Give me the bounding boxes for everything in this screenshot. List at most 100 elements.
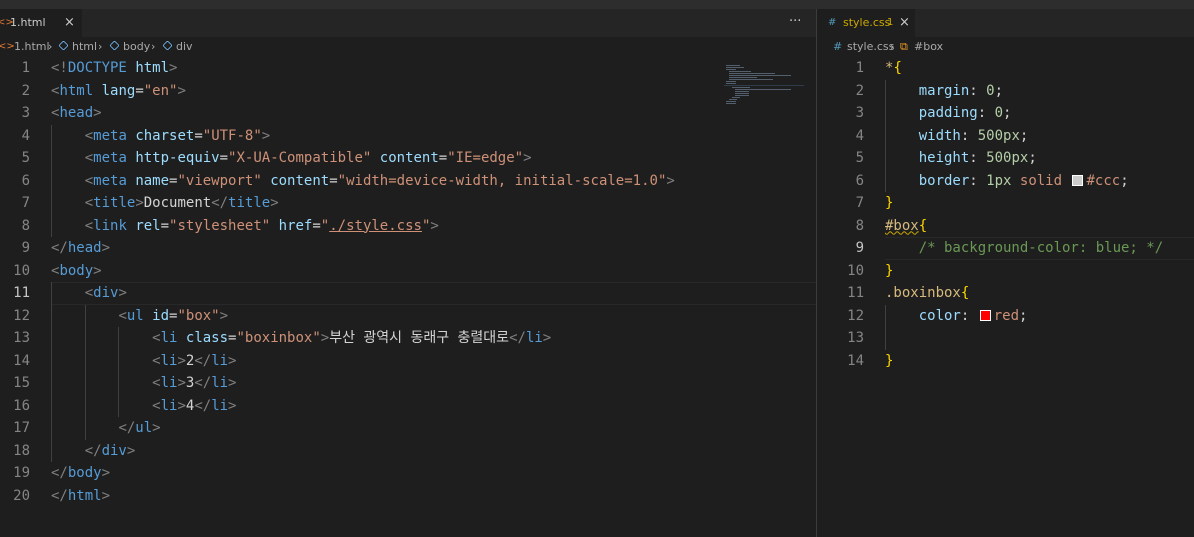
code-line: 9 </head>: [0, 237, 816, 260]
code-token: {: [960, 285, 970, 301]
chevron-right-icon: ›: [151, 40, 156, 53]
tab-style-css[interactable]: # style.css 1 ×: [817, 9, 915, 37]
code-text: </ul>: [51, 417, 160, 440]
code-token: content: [379, 150, 439, 166]
close-icon[interactable]: ×: [899, 9, 910, 37]
code-token: body: [67, 465, 102, 481]
code-token: :: [969, 82, 987, 99]
tab-bar: <> 1.html × ···: [0, 9, 816, 37]
code-text: </body>: [51, 462, 110, 485]
code-token: body: [59, 262, 94, 279]
code-text: <meta http-equiv="X-UA-Compatible" conte…: [51, 147, 532, 170]
code-token: padding: [918, 105, 978, 121]
code-token: >: [93, 262, 102, 279]
breadcrumb-html[interactable]: html: [58, 37, 97, 57]
breadcrumb-body[interactable]: body: [109, 37, 150, 57]
code-token: {: [918, 217, 928, 234]
line-number: 5: [855, 150, 864, 166]
code-line: 7 <title>Document</title>: [0, 192, 816, 215]
code-token: li: [160, 352, 178, 369]
color-swatch[interactable]: [979, 309, 991, 321]
code-token: class: [185, 330, 229, 346]
css-file-icon: #: [833, 40, 843, 53]
code-token: >: [261, 127, 271, 144]
code-line: 20 </html>: [0, 485, 816, 508]
line-number: 12: [13, 307, 30, 324]
code-token: >: [118, 285, 127, 301]
line-number: 7: [21, 195, 30, 211]
code-token: <: [152, 330, 161, 346]
code-token: title: [93, 195, 136, 211]
code-line: 13: [817, 327, 1194, 350]
close-icon[interactable]: ×: [64, 9, 75, 37]
code-token: >: [523, 150, 532, 166]
code-line: 17 </ul>: [0, 417, 816, 440]
code-text: border: 1px solid #ccc;: [885, 170, 1129, 193]
code-token: "stylesheet": [169, 217, 271, 234]
line-number: 8: [21, 217, 30, 234]
code-token: meta: [93, 172, 127, 189]
code-line: 12 color: red;: [817, 305, 1194, 328]
code-text: margin: 0;: [885, 80, 1003, 103]
code-token: "IE=edge": [447, 150, 524, 166]
breadcrumb-file[interactable]: 1.html: [14, 37, 50, 57]
code-token: >: [542, 330, 552, 346]
tab-label: style.css: [843, 16, 891, 29]
code-line: 12 <ul id="box">: [0, 305, 816, 328]
code-token: >: [270, 195, 279, 211]
code-token: >: [135, 195, 144, 211]
code-token: <: [84, 285, 94, 301]
line-number: 6: [21, 172, 30, 189]
color-swatch[interactable]: [1072, 174, 1084, 186]
breadcrumb-div[interactable]: div: [162, 37, 193, 57]
code-token: "UTF-8": [202, 127, 262, 144]
line-number: 11: [847, 285, 864, 301]
css-file-icon: #: [828, 17, 837, 28]
code-token: =: [194, 127, 203, 144]
code-line: 4 <meta charset="UTF-8">: [0, 125, 816, 148]
code-line: 2 <html lang="en">: [0, 80, 816, 103]
breadcrumb-selector[interactable]: #box: [914, 37, 943, 57]
code-token: div: [101, 442, 127, 459]
code-token: http-equiv: [135, 150, 220, 166]
line-number: 18: [13, 442, 30, 459]
code-text: <ul id="box">: [51, 305, 228, 328]
code-token: >: [666, 172, 675, 189]
code-token: {: [893, 60, 902, 76]
code-text: </div>: [51, 440, 136, 463]
file-link[interactable]: ./style.css: [329, 218, 422, 234]
code-token: }: [885, 195, 894, 211]
code-line: 11 <div>: [0, 282, 816, 305]
more-actions-icon[interactable]: ···: [789, 9, 801, 37]
code-token: content: [270, 172, 330, 189]
code-token: =: [329, 172, 338, 189]
code-token: <: [152, 397, 161, 414]
code-token: li: [525, 330, 543, 346]
code-token: ;: [1028, 150, 1037, 166]
code-line: 13 <li class="boxinbox">부산 광역시 동래구 충렬대로<…: [0, 327, 816, 350]
line-number: 7: [855, 195, 864, 211]
code-line: 1 *{: [817, 57, 1194, 80]
code-token: width: [918, 127, 961, 144]
breadcrumb-file[interactable]: style.css: [847, 37, 894, 57]
line-number: 11: [13, 285, 30, 301]
code-token: "width=device-width, initial-scale=1.0": [337, 172, 667, 189]
code-token: div: [93, 285, 119, 301]
code-token: Document: [143, 195, 212, 211]
code-token: >: [126, 442, 136, 459]
code-token: /* background-color: blue; */: [918, 240, 1164, 256]
tab-1-html[interactable]: <> 1.html ×: [0, 9, 82, 37]
code-token: =: [438, 150, 448, 166]
code-token: 1px: [986, 172, 1012, 189]
line-number: 1: [21, 60, 30, 76]
